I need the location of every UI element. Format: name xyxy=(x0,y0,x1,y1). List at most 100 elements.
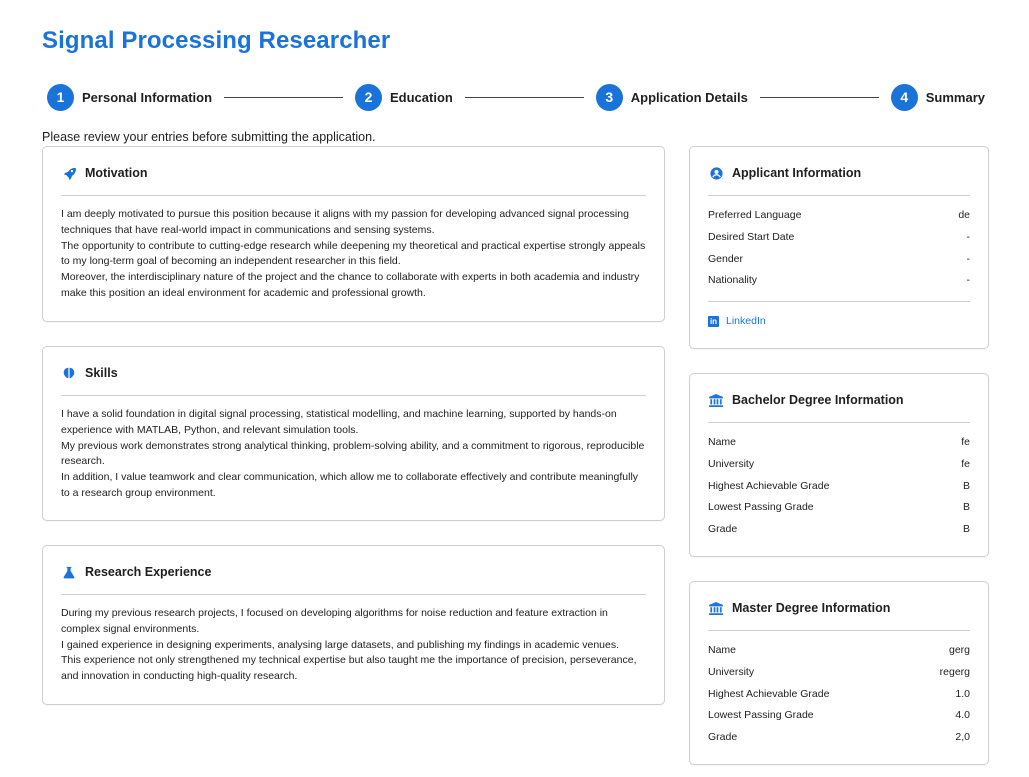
card-title: Skills xyxy=(85,366,118,380)
progress-stepper: 1 Personal Information 2 Education 3 App… xyxy=(47,83,985,111)
field-row: Grade B xyxy=(708,521,970,543)
university-icon xyxy=(708,392,724,408)
step-application-details[interactable]: 3 Application Details xyxy=(595,83,748,111)
step-label: Education xyxy=(389,89,453,105)
page-title: Signal Processing Researcher xyxy=(42,27,391,54)
field-row: Gender - xyxy=(708,251,970,273)
field-row: University fe xyxy=(708,456,970,478)
skills-card: Skills I have a solid foundation in digi… xyxy=(42,346,665,521)
step-label: Personal Information xyxy=(82,89,213,105)
brain-icon xyxy=(61,365,77,381)
bachelor-degree-card: Bachelor Degree Information Name fe Unive… xyxy=(689,373,989,557)
step-number: 3 xyxy=(595,83,623,111)
applicant-fields: Preferred Language de Desired Start Date -… xyxy=(708,207,970,294)
field-value: 4.0 xyxy=(955,709,970,722)
field-row: Name gerg xyxy=(708,642,970,664)
step-label: Application Details xyxy=(630,89,748,105)
field-value: - xyxy=(966,274,971,287)
card-title: Research Experience xyxy=(85,565,212,579)
step-label: Summary xyxy=(925,89,986,105)
field-value: 2,0 xyxy=(955,731,970,744)
field-row: Highest Achievable Grade B xyxy=(708,478,970,500)
step-number: 2 xyxy=(354,83,382,111)
field-value: fe xyxy=(961,436,970,448)
step-personal-information[interactable]: 1 Personal Information xyxy=(47,83,213,111)
skills-text: I have a solid foundation in digital sig… xyxy=(61,407,646,502)
research-experience-card: Research Experience During my previous r… xyxy=(42,545,665,705)
field-label: University xyxy=(708,665,755,678)
field-value: - xyxy=(966,230,971,243)
master-fields: Name gerg University regerg Highest Achiev… xyxy=(708,642,970,751)
paragraph: Moreover, the interdisciplinary nature o… xyxy=(61,271,640,299)
field-label: Lowest Passing Grade xyxy=(708,501,814,514)
card-title: Motivation xyxy=(85,166,148,180)
step-summary[interactable]: 4 Summary xyxy=(890,83,986,111)
paragraph: During my previous research projects, I … xyxy=(61,607,608,635)
field-row: Desired Start Date - xyxy=(708,229,970,251)
field-value: fe xyxy=(961,457,970,470)
field-label: Name xyxy=(708,644,737,656)
flask-icon xyxy=(61,564,77,580)
review-instructions: Please review your entries before submit… xyxy=(42,130,376,144)
field-label: University xyxy=(708,457,755,470)
bachelor-fields: Name fe University fe Highest Achievable G… xyxy=(708,434,970,543)
card-title: Bachelor Degree Information xyxy=(732,393,904,407)
field-row: Grade 2,0 xyxy=(708,729,970,751)
step-education[interactable]: 2 Education xyxy=(354,83,453,111)
linkedin-label: LinkedIn xyxy=(726,315,766,327)
card-title: Master Degree Information xyxy=(732,601,891,615)
motivation-card: Motivation I am deeply motivated to purs… xyxy=(42,146,665,322)
field-label: Highest Achievable Grade xyxy=(708,687,830,700)
step-number: 1 xyxy=(47,83,74,111)
card-title: Applicant Information xyxy=(732,166,862,180)
linkedin-link[interactable]: in LinkedIn xyxy=(708,315,766,327)
field-value: B xyxy=(962,523,970,536)
university-icon xyxy=(708,600,724,616)
card-header: Bachelor Degree Information xyxy=(708,392,970,423)
field-row: Lowest Passing Grade B xyxy=(708,499,970,521)
field-value: de xyxy=(958,209,970,221)
paragraph: In addition, I value teamwork and clear … xyxy=(61,471,639,499)
field-row: Nationality - xyxy=(708,272,970,294)
card-header: Research Experience xyxy=(61,564,646,595)
step-number: 4 xyxy=(890,83,918,111)
step-connector xyxy=(464,96,584,98)
field-value: B xyxy=(962,501,970,514)
field-label: Nationality xyxy=(708,274,758,287)
field-label: Gender xyxy=(708,252,744,265)
card-header: Applicant Information xyxy=(708,165,970,196)
research-text: During my previous research projects, I … xyxy=(61,606,646,685)
field-row: Lowest Passing Grade 4.0 xyxy=(708,707,970,729)
step-connector xyxy=(224,96,343,98)
field-value: - xyxy=(966,252,971,265)
field-value: gerg xyxy=(948,644,970,656)
field-label: Highest Achievable Grade xyxy=(708,479,830,492)
field-value: regerg xyxy=(939,665,970,678)
card-header: Master Degree Information xyxy=(708,600,970,631)
field-label: Preferred Language xyxy=(708,209,802,221)
field-label: Grade xyxy=(708,523,738,536)
field-row: Preferred Language de xyxy=(708,207,970,229)
field-value: B xyxy=(962,479,970,492)
linkedin-icon: in xyxy=(708,315,719,327)
master-degree-card: Master Degree Information Name gerg Unive… xyxy=(689,581,989,765)
paragraph: The opportunity to contribute to cutting… xyxy=(61,239,646,268)
user-circle-icon xyxy=(708,165,724,181)
field-value: 1.0 xyxy=(955,687,970,700)
field-row: University regerg xyxy=(708,664,970,686)
rocket-icon xyxy=(61,165,77,181)
step-connector xyxy=(759,96,879,98)
card-header: Motivation xyxy=(61,165,646,196)
field-label: Lowest Passing Grade xyxy=(708,709,814,722)
paragraph: My previous work demonstrates strong ana… xyxy=(61,439,645,468)
card-header: Skills xyxy=(61,365,646,396)
paragraph: I gained experience in designing experim… xyxy=(61,638,620,651)
motivation-text: I am deeply motivated to pursue this pos… xyxy=(61,207,646,302)
paragraph: This experience not only strengthened my… xyxy=(61,654,637,683)
paragraph: I am deeply motivated to pursue this pos… xyxy=(61,208,629,236)
field-row: Name fe xyxy=(708,434,970,456)
field-row: Highest Achievable Grade 1.0 xyxy=(708,686,970,708)
paragraph: I have a solid foundation in digital sig… xyxy=(61,408,617,436)
field-label: Desired Start Date xyxy=(708,230,795,243)
field-label: Name xyxy=(708,436,737,448)
